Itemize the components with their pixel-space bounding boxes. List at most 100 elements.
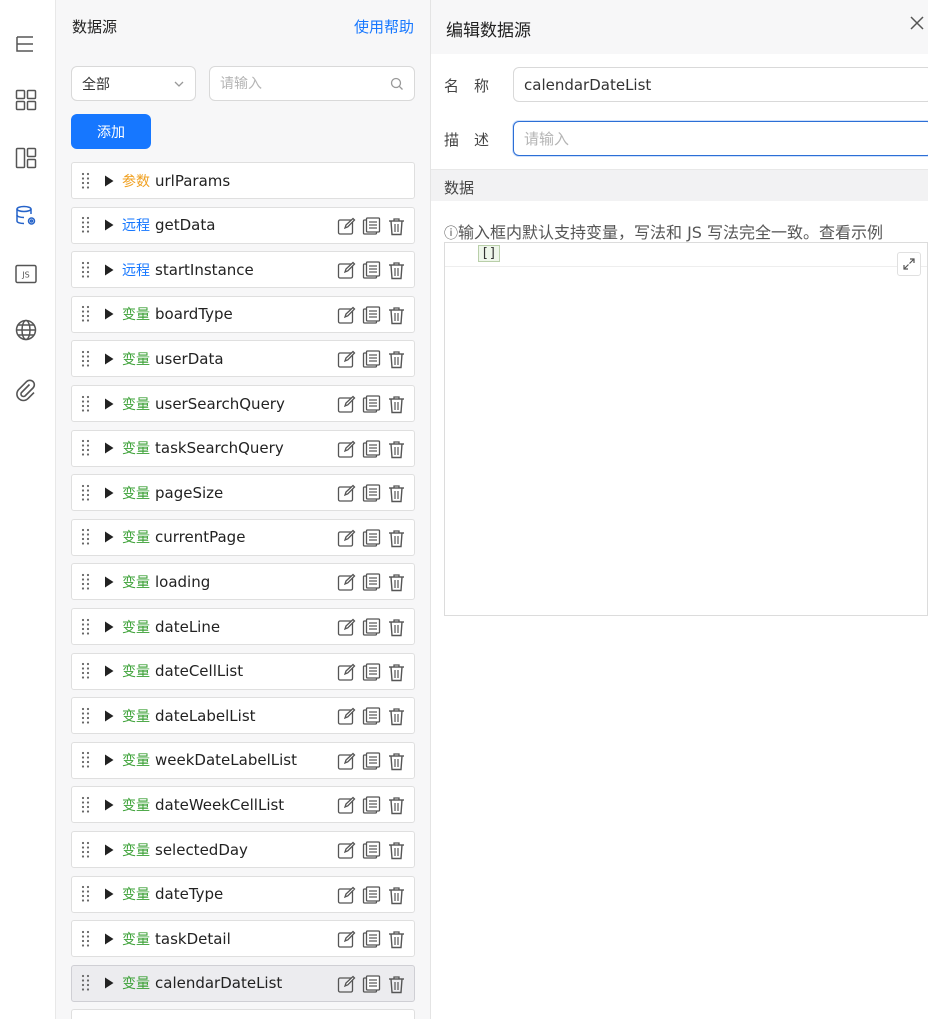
copy-icon[interactable] (362, 930, 381, 949)
datasource-item[interactable]: 变量 (71, 1009, 415, 1019)
code-editor[interactable]: [] (444, 242, 928, 616)
copy-icon[interactable] (362, 350, 381, 369)
search-icon[interactable] (390, 77, 404, 91)
delete-icon[interactable] (387, 217, 406, 236)
outline-icon[interactable] (14, 32, 38, 56)
delete-icon[interactable] (387, 261, 406, 280)
edit-icon[interactable] (337, 306, 356, 325)
edit-icon[interactable] (337, 573, 356, 592)
drag-handle-icon[interactable] (80, 483, 92, 503)
expand-caret-icon[interactable] (104, 442, 114, 454)
copy-icon[interactable] (362, 662, 381, 682)
expand-caret-icon[interactable] (104, 219, 114, 231)
edit-icon[interactable] (337, 484, 356, 503)
expand-caret-icon[interactable] (104, 799, 114, 811)
edit-icon[interactable] (337, 841, 356, 860)
drag-handle-icon[interactable] (80, 929, 92, 949)
expand-caret-icon[interactable] (104, 353, 114, 365)
search-input[interactable] (220, 75, 370, 92)
drag-handle-icon[interactable] (80, 304, 92, 324)
drag-handle-icon[interactable] (80, 349, 92, 369)
copy-icon[interactable] (362, 306, 381, 325)
datasource-item[interactable]: 变量 dateCellList (71, 652, 415, 690)
datasource-item[interactable]: 变量 pageSize (71, 474, 415, 512)
edit-icon[interactable] (337, 618, 356, 637)
datasource-item[interactable]: 变量 taskSearchQuery (71, 429, 415, 467)
copy-icon[interactable] (362, 573, 381, 592)
drag-handle-icon[interactable] (80, 661, 92, 681)
drag-handle-icon[interactable] (80, 884, 92, 904)
edit-icon[interactable] (337, 217, 356, 236)
attachment-icon[interactable] (14, 378, 38, 402)
expand-caret-icon[interactable] (104, 844, 114, 856)
drag-handle-icon[interactable] (80, 750, 92, 770)
drag-handle-icon[interactable] (80, 795, 92, 815)
components-icon[interactable] (14, 88, 38, 112)
edit-icon[interactable] (337, 752, 356, 771)
datasource-item[interactable]: 变量 dateLabelList (71, 697, 415, 735)
edit-icon[interactable] (337, 395, 356, 414)
expand-caret-icon[interactable] (104, 531, 114, 543)
delete-icon[interactable] (387, 306, 406, 325)
expand-caret-icon[interactable] (104, 576, 114, 588)
delete-icon[interactable] (387, 573, 406, 592)
edit-icon[interactable] (337, 529, 356, 548)
delete-icon[interactable] (387, 752, 406, 771)
edit-icon[interactable] (337, 350, 356, 369)
copy-icon[interactable] (362, 395, 381, 414)
expand-caret-icon[interactable] (104, 754, 114, 766)
copy-icon[interactable] (362, 841, 381, 860)
delete-icon[interactable] (387, 841, 406, 860)
edit-icon[interactable] (337, 796, 356, 815)
expand-caret-icon[interactable] (104, 264, 114, 276)
edit-icon[interactable] (337, 930, 356, 949)
delete-icon[interactable] (387, 350, 406, 369)
delete-icon[interactable] (387, 886, 406, 905)
delete-icon[interactable] (387, 930, 406, 949)
layout-icon[interactable] (14, 146, 38, 170)
copy-icon[interactable] (362, 885, 381, 905)
name-field[interactable] (513, 67, 928, 102)
description-field[interactable] (513, 121, 928, 156)
drag-handle-icon[interactable] (80, 171, 92, 191)
datasource-search[interactable] (209, 66, 415, 101)
expand-caret-icon[interactable] (104, 487, 114, 499)
delete-icon[interactable] (387, 618, 406, 637)
copy-icon[interactable] (362, 439, 381, 459)
copy-icon[interactable] (362, 752, 381, 771)
drag-handle-icon[interactable] (80, 706, 92, 726)
drag-handle-icon[interactable] (80, 394, 92, 414)
drag-handle-icon[interactable] (80, 572, 92, 592)
drag-handle-icon[interactable] (80, 215, 92, 235)
datasource-item[interactable]: 变量 loading (71, 563, 415, 601)
datasource-item[interactable]: 变量 dateLine (71, 608, 415, 645)
copy-icon[interactable] (362, 261, 381, 280)
drag-handle-icon[interactable] (80, 260, 92, 280)
help-link[interactable]: 使用帮助 (354, 16, 414, 37)
edit-icon[interactable] (337, 886, 356, 905)
datasource-item[interactable]: 变量 selectedDay (71, 831, 415, 868)
drag-handle-icon[interactable] (80, 617, 92, 637)
delete-icon[interactable] (387, 663, 406, 682)
edit-icon[interactable] (337, 707, 356, 726)
copy-icon[interactable] (362, 529, 381, 548)
close-icon[interactable] (908, 14, 926, 32)
drag-handle-icon[interactable] (80, 527, 92, 547)
copy-icon[interactable] (362, 975, 381, 994)
copy-icon[interactable] (362, 618, 381, 637)
type-filter-select[interactable]: 全部 (71, 66, 196, 101)
copy-icon[interactable] (362, 216, 381, 236)
copy-icon[interactable] (362, 707, 381, 726)
expand-caret-icon[interactable] (104, 621, 114, 633)
expand-caret-icon[interactable] (104, 308, 114, 320)
drag-handle-icon[interactable] (80, 438, 92, 458)
name-input[interactable] (524, 75, 922, 94)
delete-icon[interactable] (387, 975, 406, 994)
edit-icon[interactable] (337, 663, 356, 682)
js-icon[interactable]: JS (14, 262, 38, 286)
drag-handle-icon[interactable] (80, 973, 92, 993)
expand-caret-icon[interactable] (104, 398, 114, 410)
datasource-item[interactable]: 变量 dateType (71, 875, 415, 913)
drag-handle-icon[interactable] (80, 840, 92, 860)
datasource-item[interactable]: 变量 boardType (71, 295, 415, 333)
